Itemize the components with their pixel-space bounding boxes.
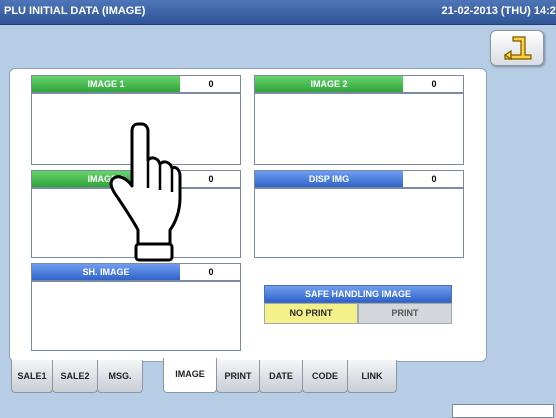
disp-img-field: DISP IMG 0	[254, 170, 464, 262]
image1-label: IMAGE 1	[32, 76, 180, 92]
datetime-display: 21-02-2013 (THU) 14:25	[441, 5, 556, 17]
tab-msg[interactable]: MSG.	[97, 360, 143, 393]
disp-img-count[interactable]: 0	[405, 171, 463, 187]
image2-preview[interactable]	[254, 93, 464, 165]
no-print-option[interactable]: NO PRINT	[264, 303, 358, 324]
tab-image[interactable]: IMAGE	[163, 358, 217, 393]
safe-handling-title: SAFE HANDLING IMAGE	[264, 285, 452, 303]
disp-img-header: DISP IMG 0	[254, 170, 464, 188]
image3-count[interactable]: 0	[182, 171, 240, 187]
title-bar: PLU INITIAL DATA (IMAGE) 21-02-2013 (THU…	[0, 0, 556, 25]
disp-img-label: DISP IMG	[255, 171, 403, 187]
sh-image-count[interactable]: 0	[182, 264, 240, 280]
disp-img-preview[interactable]	[254, 188, 464, 258]
image2-count[interactable]: 0	[405, 76, 463, 92]
tab-code[interactable]: CODE	[302, 360, 348, 393]
image2-label: IMAGE 2	[255, 76, 403, 92]
print-option[interactable]: PRINT	[358, 303, 452, 324]
pointing-hand-icon	[109, 122, 182, 262]
return-arrow-icon	[503, 36, 532, 61]
back-button[interactable]	[490, 30, 544, 66]
tab-sale1[interactable]: SALE1	[11, 360, 53, 393]
sh-image-field: SH. IMAGE 0	[31, 263, 241, 355]
tab-print[interactable]: PRINT	[216, 360, 260, 393]
sh-image-preview[interactable]	[31, 281, 241, 351]
status-field	[452, 404, 554, 418]
tab-date[interactable]: DATE	[259, 360, 303, 393]
image1-header: IMAGE 1 0	[31, 75, 241, 93]
window-title: PLU INITIAL DATA (IMAGE)	[4, 5, 146, 17]
tab-sale2[interactable]: SALE2	[52, 360, 98, 393]
image1-count[interactable]: 0	[182, 76, 240, 92]
image2-field: IMAGE 2 0	[254, 75, 464, 167]
safe-handling-image-group: SAFE HANDLING IMAGE NO PRINT PRINT	[264, 285, 452, 324]
tab-link[interactable]: LINK	[347, 360, 397, 393]
image2-header: IMAGE 2 0	[254, 75, 464, 93]
